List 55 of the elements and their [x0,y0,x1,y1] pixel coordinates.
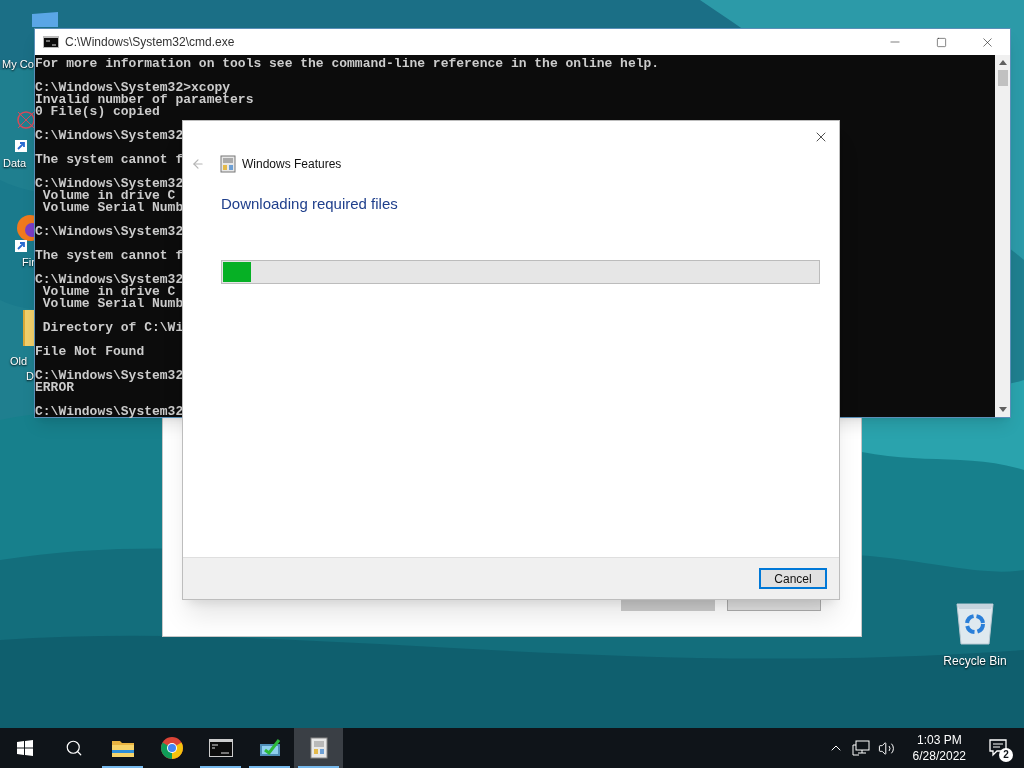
console-line: 0 File(s) copied [35,106,160,118]
console-line: C:\Windows\System32 [35,130,184,142]
console-line: C:\Windows\System32>xcopy [35,82,231,94]
window-title: C:\Windows\System32\cmd.exe [65,34,235,51]
clock-date: 6/28/2022 [912,748,966,764]
icon-label: Data [3,156,27,170]
console-line: Volume Serial Numb [41,298,184,310]
console-line: Volume in drive C [42,190,176,202]
notification-icon[interactable] [989,739,1007,757]
icon-label: My Co [2,57,34,71]
console-line: C:\Windows\System32 [35,274,184,286]
document-icon [309,737,328,759]
clock[interactable]: 1:03 PM 6/28/2022 [908,732,970,764]
console-line: Volume in drive C [42,286,176,298]
taskbar-button[interactable] [294,728,343,768]
folder-icon [111,739,134,757]
folder-icon [22,310,34,346]
network-icon[interactable] [851,740,870,756]
scroll-thumb[interactable] [997,70,1008,86]
scroll-down-arrow-icon[interactable] [998,407,1007,412]
console-line: Directory of C:\Wi [41,322,184,334]
console-line: File Not Found [35,346,145,358]
dialog-title: Windows Features [242,156,342,173]
terminal-icon [43,36,59,48]
volume-icon[interactable] [877,739,895,757]
running-indicator [249,766,290,768]
icon-label: Recycle Bin [943,653,1007,670]
notification-count: 2 [999,748,1013,762]
browser-icon [160,737,183,759]
console-line: Volume Serial Numb [41,202,184,214]
running-indicator [298,766,339,768]
console-line: Invalid number of parameters [35,94,254,106]
console-line: For more information on tools see the command-line reference in the online help. [35,58,660,70]
scroll-up-arrow-icon[interactable] [998,60,1007,65]
icon-label: Fir [22,255,35,269]
icon-label: Old [10,354,28,368]
running-indicator [102,766,143,768]
console-line: The system cannot f [35,250,184,262]
windows-logo-icon [16,740,33,756]
console-line: C:\Windows\System32 [35,370,184,382]
maximize-icon [935,36,947,48]
clock-time: 1:03 PM [916,732,962,748]
console-line: C:\Windows\System32 [35,178,184,190]
dialog-heading: Downloading required files [221,194,398,214]
console-line: ERROR [35,382,74,394]
console-line: The system cannot f [35,154,184,166]
document-icon [220,155,236,173]
icon-label: D [26,369,34,383]
search-icon [64,739,83,757]
console-line: C:\Windows\System32 [35,226,184,238]
console-line: C:\Windows\System32 [35,406,184,418]
terminal-icon [208,739,233,757]
cancel-button[interactable]: Cancel [759,568,827,589]
running-indicator [200,766,241,768]
recycle-bin-icon[interactable] [955,600,995,646]
